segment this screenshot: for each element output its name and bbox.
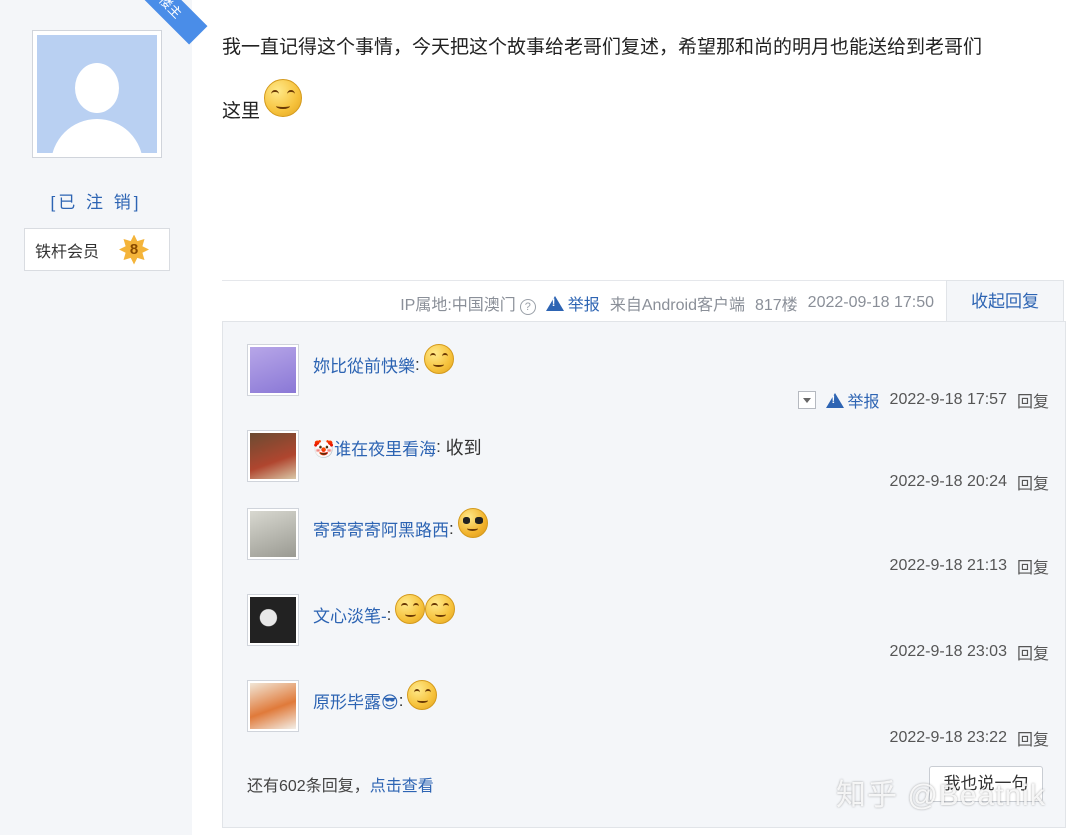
post-body-line2: 这里 [222,72,303,123]
member-badge[interactable]: 铁杆会员 8 [24,228,170,271]
post-body-line1: 我一直记得这个事情，今天把这个故事给老哥们复述，希望那和尚的明月也能送给到老哥们 [222,37,983,58]
warning-icon [825,392,844,408]
more-replies-row: 还有602条回复，点击查看 [247,778,434,795]
dropdown-toggle-icon[interactable] [797,391,816,409]
post-meta-bar: IP属地:中国澳门? 举报 来自Android客户端 817楼 2022-09-… [222,280,1064,323]
view-more-link[interactable]: 点击查看 [370,778,434,795]
help-icon[interactable]: ? [519,299,536,315]
reply-button[interactable]: 回复 [1017,640,1049,664]
angry-emoji-icon [395,593,426,624]
reply-time: 2022-9-18 17:57 [889,391,1007,408]
reply-username[interactable]: 寄寄寄寄阿黑路西 [313,516,449,541]
reply-avatar[interactable] [247,344,299,396]
reply-avatar[interactable] [247,594,299,646]
post-datetime: 2022-09-18 17:50 [807,294,934,311]
reply-username[interactable]: 妳比從前快樂 [313,352,415,377]
reply-panel: 妳比從前快樂: 举报 2022-9-18 17:57 回复 🤡谁在夜里看海: 收… [222,321,1066,828]
reply-username[interactable]: 文心淡笔- [313,602,387,627]
reply-avatar[interactable] [247,430,299,482]
reply-username[interactable]: 原形毕露😎 [313,688,399,713]
level-badge-icon: 8 [119,234,150,265]
reply-button[interactable]: 回复 [1017,554,1049,578]
angry-emoji-icon [407,679,438,710]
reply-time: 2022-9-18 20:24 [889,473,1007,490]
collapse-replies-button[interactable]: 收起回复 [946,280,1064,323]
post-body-line2-text: 这里 [222,101,261,122]
default-avatar-icon [37,35,157,153]
reply-button[interactable]: 回复 [1017,470,1049,494]
reply-text: 收到 [445,438,482,458]
reply-report-link[interactable]: 举报 [825,388,880,412]
client-source: 来自Android客户端 [609,297,745,314]
author-sidebar: 楼主 [已 注 销] 铁杆会员 8 [0,0,208,835]
reply-avatar[interactable] [247,508,299,560]
reply-time: 2022-9-18 23:03 [889,643,1007,660]
member-title: 铁杆会员 [35,243,100,261]
reply-button[interactable]: 回复 [1017,726,1049,750]
reply-time: 2022-9-18 21:13 [889,557,1007,574]
angry-emoji-icon [425,593,456,624]
author-name[interactable]: [已 注 销] [0,188,192,213]
report-link[interactable]: 举报 [545,291,600,315]
reply-username[interactable]: 🤡谁在夜里看海 [313,435,436,460]
angry-emoji-icon [423,343,454,374]
reply-time: 2022-9-18 23:22 [889,729,1007,746]
level-number: 8 [129,240,139,258]
warning-icon [545,295,564,311]
cool-emoji-icon [457,507,488,538]
zhihu-watermark: 知乎 @Beatnik [836,779,1046,812]
author-avatar[interactable] [32,30,162,158]
reply-avatar[interactable] [247,680,299,732]
floor-number: 817楼 [754,297,798,314]
ip-location: IP属地:中国澳门? [400,291,536,315]
smile-emoji-icon [264,78,303,117]
reply-button[interactable]: 回复 [1017,388,1049,412]
